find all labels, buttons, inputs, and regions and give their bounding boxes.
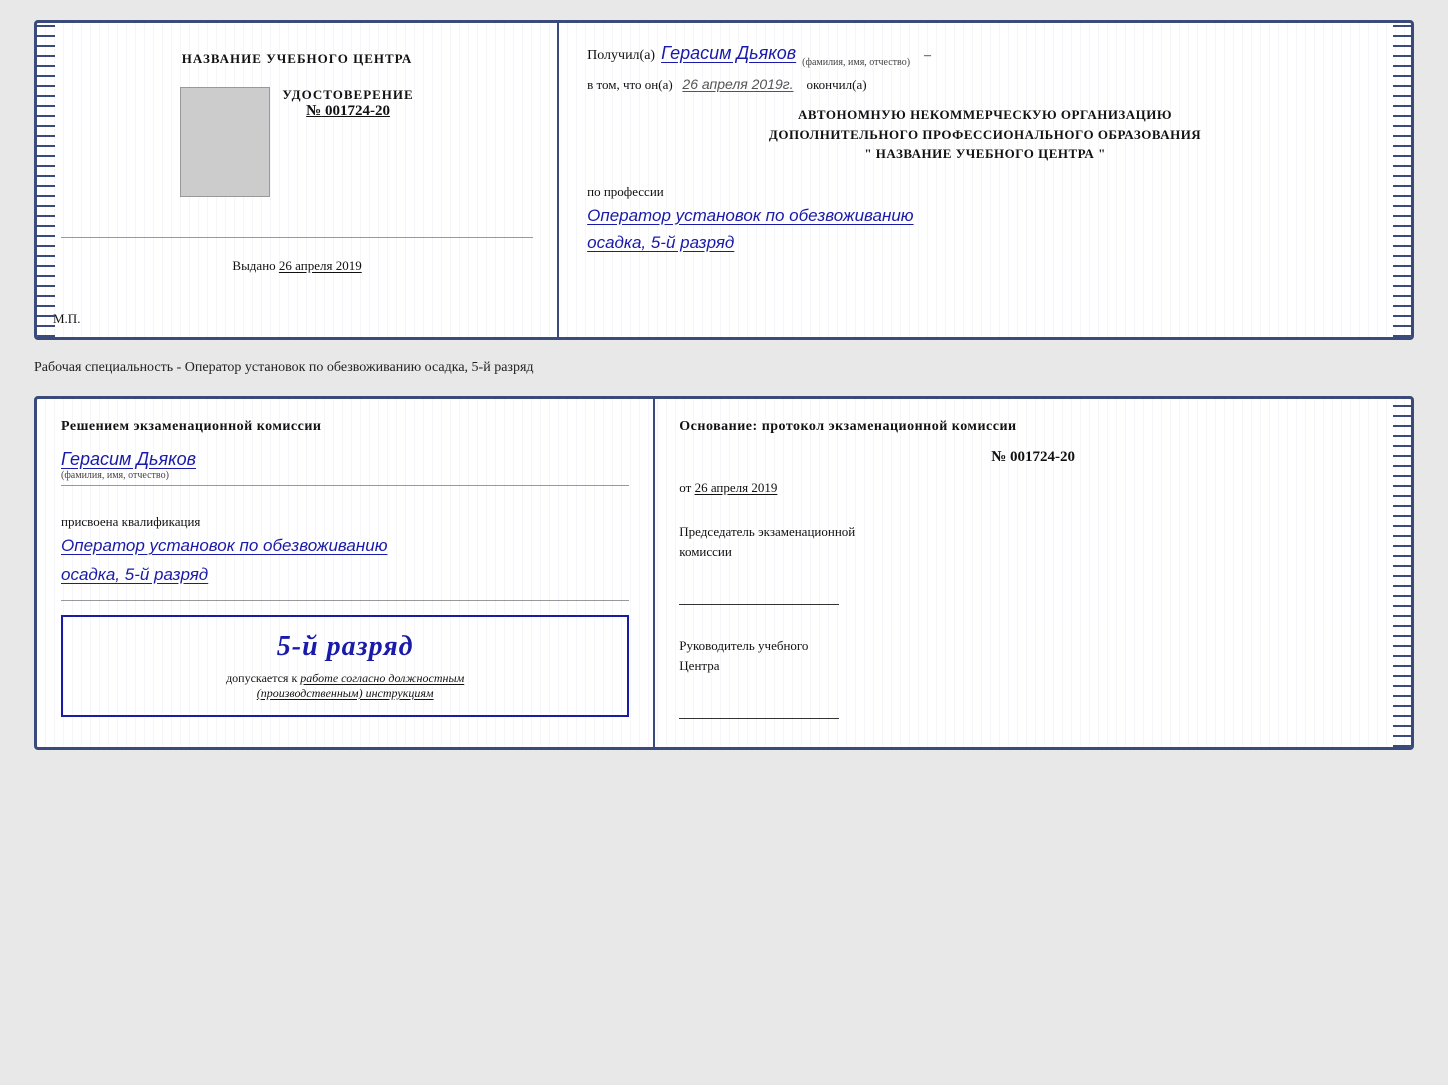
cert-number-block: УДОСТОВЕРЕНИЕ № 001724-20 <box>282 87 413 120</box>
fio-subtitle: (фамилия, имя, отчество) <box>802 57 910 68</box>
completion-date: 26 апреля 2019г. <box>682 76 793 92</box>
issued-date: 26 апреля 2019 <box>279 258 362 273</box>
stamp-rank: 5-й разряд <box>79 631 611 663</box>
protocol-date-line: от 26 апреля 2019 <box>679 480 1387 496</box>
divider2 <box>61 485 629 486</box>
cert2-right-panel: Основание: протокол экзаменационной коми… <box>655 399 1411 747</box>
org-line1: АВТОНОМНУЮ НЕКОММЕРЧЕСКУЮ ОРГАНИЗАЦИЮ <box>587 105 1383 125</box>
stamp-work: работе согласно должностным <box>300 671 464 685</box>
chairman-label: Председатель экзаменационной комиссии <box>679 522 1387 561</box>
protocol-date: 26 апреля 2019 <box>695 480 778 495</box>
profession-label: по профессии <box>587 184 1383 200</box>
cert1-right-panel: Получил(а) Герасим Дьяков (фамилия, имя,… <box>559 23 1411 337</box>
certificate-1: НАЗВАНИЕ УЧЕБНОГО ЦЕНТРА УДОСТОВЕРЕНИЕ №… <box>34 20 1414 340</box>
profession-text: Оператор установок по обезвоживанию осад… <box>587 202 1383 256</box>
recipient-line: Получил(а) Герасим Дьяков (фамилия, имя,… <box>587 43 1383 64</box>
completed-label: окончил(а) <box>807 77 867 92</box>
chairman-block: Председатель экзаменационной комиссии <box>679 522 1387 610</box>
in-that-label: в том, что он(а) <box>587 77 673 92</box>
mp-label: М.П. <box>53 311 80 327</box>
protocol-date-prefix: от <box>679 480 691 495</box>
issued-label: Выдано <box>232 258 275 273</box>
certificate-2: Решением экзаменационной комиссии Гераси… <box>34 396 1414 750</box>
cert1-school-name: НАЗВАНИЕ УЧЕБНОГО ЦЕНТРА <box>182 51 413 67</box>
dash: – <box>924 48 931 64</box>
cert-number: 001724-20 <box>325 103 390 119</box>
org-line3: " НАЗВАНИЕ УЧЕБНОГО ЦЕНТРА " <box>587 144 1383 164</box>
issued-line: Выдано 26 апреля 2019 <box>232 258 361 274</box>
received-label: Получил(а) <box>587 48 655 64</box>
description-line: Рабочая специальность - Оператор установ… <box>34 356 1414 380</box>
cert1-left-panel: НАЗВАНИЕ УЧЕБНОГО ЦЕНТРА УДОСТОВЕРЕНИЕ №… <box>37 23 559 337</box>
qualification-label: присвоена квалификация <box>61 514 629 530</box>
qualification-text: Оператор установок по обезвоживанию осад… <box>61 532 629 590</box>
page-wrapper: НАЗВАНИЕ УЧЕБНОГО ЦЕНТРА УДОСТОВЕРЕНИЕ №… <box>34 20 1414 750</box>
photo-placeholder <box>180 87 270 197</box>
chairman-signature-line <box>679 585 839 605</box>
cert2-left-panel: Решением экзаменационной комиссии Гераси… <box>37 399 655 747</box>
protocol-number: № 001724-20 <box>679 449 1387 466</box>
stamp-instructions: (производственным) инструкциям <box>79 686 611 701</box>
org-block: АВТОНОМНУЮ НЕКОММЕРЧЕСКУЮ ОРГАНИЗАЦИЮ ДО… <box>587 105 1383 164</box>
decision-title: Решением экзаменационной комиссии <box>61 419 629 435</box>
org-line2: ДОПОЛНИТЕЛЬНОГО ПРОФЕССИОНАЛЬНОГО ОБРАЗО… <box>587 125 1383 145</box>
cert2-fio-sub: (фамилия, имя, отчество) <box>61 470 629 481</box>
stamp-box: 5-й разряд допускается к работе согласно… <box>61 615 629 717</box>
director-signature-line <box>679 699 839 719</box>
stamp-allowed: допускается к <box>226 671 297 685</box>
divider3 <box>61 600 629 601</box>
date-completed-line: в том, что он(а) 26 апреля 2019г. окончи… <box>587 76 1383 93</box>
director-label: Руководитель учебного Центра <box>679 636 1387 675</box>
recipient-name: Герасим Дьяков <box>661 43 796 64</box>
cert-number-prefix: № <box>306 103 321 119</box>
divider1 <box>61 237 533 238</box>
cert2-recipient-name: Герасим Дьяков <box>61 449 629 470</box>
director-block: Руководитель учебного Центра <box>679 636 1387 724</box>
cert-label: УДОСТОВЕРЕНИЕ <box>282 87 413 103</box>
basis-title: Основание: протокол экзаменационной коми… <box>679 419 1387 435</box>
